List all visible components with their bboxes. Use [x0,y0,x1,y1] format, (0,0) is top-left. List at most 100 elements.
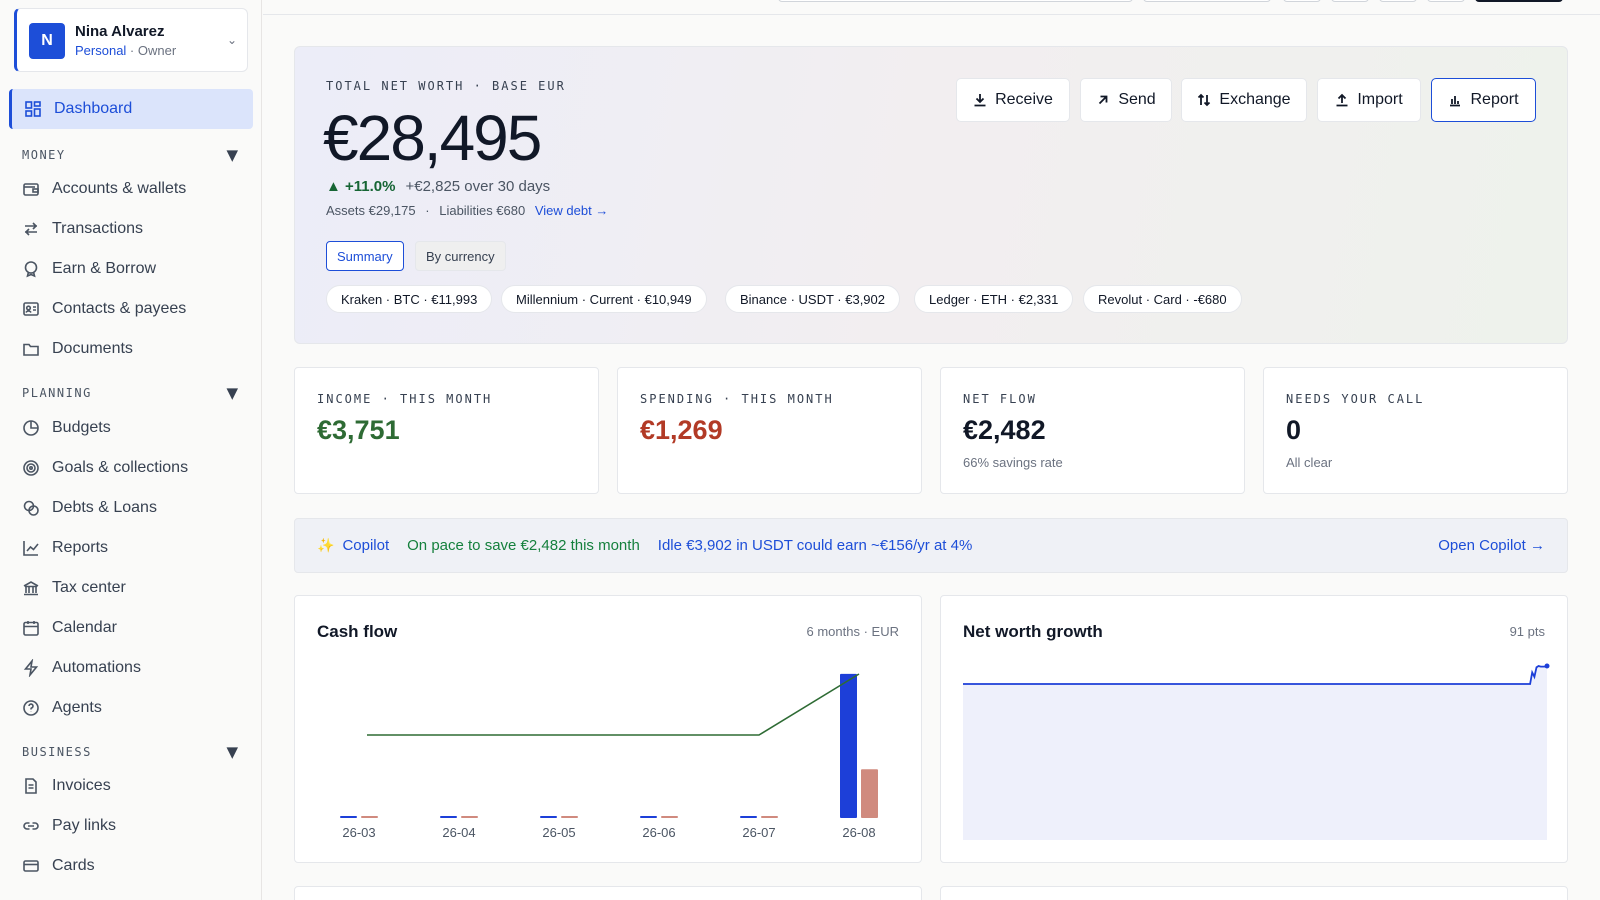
net-worth-card: Net worth growth 91 pts [940,595,1568,863]
sidebar-item-label: Documents [52,340,133,357]
sidebar-item-label: Reports [52,539,109,556]
search-input[interactable] [778,0,1133,2]
top-icon-button[interactable] [1427,0,1465,2]
account-type: Personal [75,43,127,58]
account-switcher[interactable]: N Nina Alvarez Personal · Owner ⌄ [14,8,248,72]
account-pill[interactable]: Revolut · Card · -€680 [1083,285,1242,313]
sidebar-item-label: Earn & Borrow [52,260,157,277]
contact-card-icon [23,302,39,316]
link-icon [23,822,39,830]
change-percent: ▲ +11.0% [326,178,396,195]
top-control[interactable] [1143,0,1271,2]
bar [740,816,757,818]
account-pill[interactable]: Binance · USDT · €3,902 [725,285,900,313]
collapse-icon[interactable]: ▼ [226,743,238,761]
sidebar-item-contacts[interactable]: Contacts & payees [22,297,186,321]
bar [561,816,578,818]
account-role-label: Owner [137,43,177,58]
top-icon-button[interactable] [1283,0,1321,2]
sidebar-item-automations[interactable]: Automations [22,656,141,680]
stat-value: €1,269 [640,415,723,445]
account-pill[interactable]: Ledger · ETH · €2,331 [914,285,1074,313]
collapse-icon[interactable]: ▼ [226,146,238,164]
button-label: Report [1470,91,1519,108]
last-point [1544,663,1550,669]
lightning-icon [23,659,39,677]
sidebar-item-dashboard[interactable]: Dashboard [9,89,253,129]
bar [861,769,878,818]
send-button[interactable]: Send [1080,78,1172,122]
receive-button[interactable]: Receive [956,78,1070,122]
top-bar [263,0,1600,15]
dashboard-icon [25,101,41,117]
account-pill[interactable]: Kraken · BTC · €11,993 [326,285,493,313]
sidebar-item-invoices[interactable]: Invoices [22,774,111,798]
bar [361,816,378,818]
bar [540,816,557,818]
sidebar-item-reports[interactable]: Reports [22,536,108,560]
sidebar-item-label: Transactions [52,220,143,237]
wallet-icon [23,183,39,196]
exchange-button[interactable]: Exchange [1181,78,1307,122]
account-name: Nina Alvarez [75,23,165,40]
section-planning[interactable]: PLANNING ▼ [22,384,238,402]
x-tick-label: 26-08 [842,825,875,840]
copilot-suggestion[interactable]: Idle €3,902 in USDT could earn ~€156/yr … [658,537,973,554]
sidebar-item-earn[interactable]: Earn & Borrow [22,257,156,281]
tab-summary[interactable]: Summary [326,241,404,271]
bar [661,816,678,818]
copilot-title[interactable]: Copilot [342,537,389,554]
top-primary-button[interactable] [1475,0,1563,2]
sidebar-item-label: Automations [52,659,141,676]
net-flow-line [367,673,860,736]
sidebar-item-transactions[interactable]: Transactions [22,217,143,241]
target-icon [23,460,39,476]
sidebar-item-debts[interactable]: Debts & Loans [22,496,157,520]
sidebar-item-budgets[interactable]: Budgets [22,416,111,440]
sidebar-item-paylinks[interactable]: Pay links [22,814,116,838]
assets-value: Assets €29,175 [326,203,416,218]
bar [340,816,357,818]
collapse-icon[interactable]: ▼ [226,384,238,402]
section-label: PLANNING [22,386,92,400]
bar-chart-icon [1450,96,1461,107]
sidebar-item-goals[interactable]: Goals & collections [22,456,188,480]
sidebar-item-label: Cards [52,857,95,874]
tab-by-currency[interactable]: By currency [415,241,506,271]
top-icon-button[interactable] [1379,0,1417,2]
stat-value: €2,482 [963,415,1046,445]
sidebar-item-accounts[interactable]: Accounts & wallets [22,177,186,201]
section-business[interactable]: BUSINESS ▼ [22,743,238,761]
view-debt-link[interactable]: View debt → [535,203,608,218]
stat-card-needs-call: NEEDS YOUR CALL 0 All clear [1263,367,1568,494]
account-role: Personal · Owner [75,43,176,58]
button-label: Import [1357,91,1403,108]
next-card [294,886,922,900]
x-tick-label: 26-05 [542,825,575,840]
sidebar-item-label: Invoices [52,777,111,794]
report-button[interactable]: Report [1431,78,1536,122]
top-icon-button[interactable] [1331,0,1369,2]
chevron-down-icon[interactable]: ⌄ [227,33,237,47]
cash-flow-chart: 26-03 26-04 26-05 26-06 26-07 26-08 [340,673,878,840]
net-worth-value: €28,495 [323,102,542,174]
sidebar-item-label: Dashboard [54,100,133,117]
sidebar-item-cards[interactable]: Cards [22,854,95,878]
sidebar-item-tax[interactable]: Tax center [22,576,126,600]
button-label: Send [1118,91,1156,108]
sidebar-item-label: Pay links [52,817,117,834]
sidebar-item-documents[interactable]: Documents [22,337,133,361]
liabilities-value: Liabilities €680 [439,203,526,218]
net-worth-line [963,665,1548,685]
sidebar-item-calendar[interactable]: Calendar [22,616,117,640]
assets-liabilities: Assets €29,175 · Liabilities €680 View d… [326,203,608,218]
open-copilot-link[interactable]: Open Copilot → [1438,537,1545,554]
import-button[interactable]: Import [1317,78,1421,122]
bar [840,673,857,818]
sidebar-item-agents[interactable]: Agents [22,696,102,720]
account-pill[interactable]: Millennium · Current · €10,949 [501,285,707,313]
sparkle-icon: ✨ [317,537,335,553]
sidebar-item-label: Goals & collections [52,459,189,476]
bar [761,816,778,818]
section-money[interactable]: MONEY ▼ [22,146,238,164]
